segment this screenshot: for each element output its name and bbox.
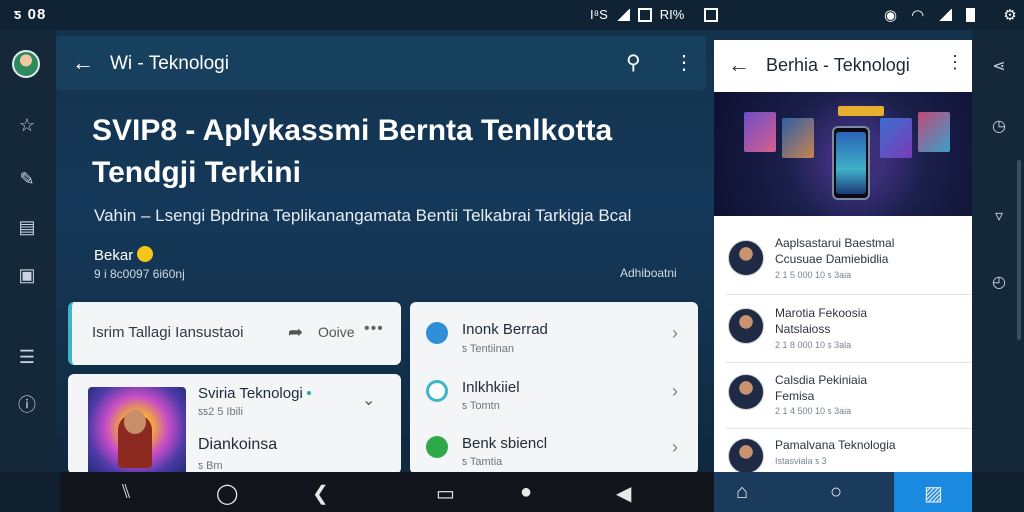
chevron-right-icon[interactable]: › xyxy=(672,323,678,344)
panel-item-meta: 2 1 5 000 10 ƽ 3aia xyxy=(775,270,852,280)
hero-screen xyxy=(744,112,776,152)
chevron-down-icon[interactable]: ⌄ xyxy=(362,390,375,410)
avatar[interactable] xyxy=(728,308,764,344)
gallery-icon[interactable]: ▣ xyxy=(14,262,40,288)
home-circle-icon[interactable]: ◯ xyxy=(216,481,238,506)
edit-icon[interactable]: ✎ xyxy=(14,166,40,192)
back-icon[interactable]: ❮ xyxy=(312,481,329,506)
signal-icon xyxy=(615,8,630,21)
circle-nav-icon[interactable]: ○ xyxy=(830,481,842,504)
avatar[interactable] xyxy=(12,50,40,78)
search-icon[interactable]: ⚲ xyxy=(626,50,641,75)
bookmark-star-icon[interactable]: ☆ xyxy=(14,112,40,138)
panel-item-meta: 2 1 4 500 10 ƽ 3aia xyxy=(775,406,852,416)
list-item-sub: ƽ Tomtn xyxy=(462,400,500,412)
bottom-left-filler xyxy=(0,472,60,512)
list-icon[interactable]: ☰ xyxy=(14,344,40,370)
list-item-sub: ƽ Tentiinan xyxy=(462,343,514,355)
panel-item-title-2: Natslaioss xyxy=(775,322,831,336)
status-bar xyxy=(0,0,1024,30)
back-arrow-icon[interactable]: ← xyxy=(72,50,94,76)
battery-icon xyxy=(966,8,976,22)
avatar[interactable] xyxy=(728,438,764,474)
feature-small: ƽ Bm xyxy=(198,460,223,472)
back-arrow-icon[interactable]: ← xyxy=(728,52,750,78)
feature-subtitle: ƽƽ2 5 Ibili xyxy=(198,406,243,418)
back-arrow-nav-icon[interactable]: ◀ xyxy=(616,481,631,506)
article-meta: 9 i 8c0097 6i60nj xyxy=(94,267,185,281)
verified-dot-icon xyxy=(306,391,311,395)
article-meta-right[interactable]: Adhiboatni xyxy=(620,266,677,280)
chevron-right-icon[interactable]: › xyxy=(672,381,678,402)
panel-item-title[interactable]: Calsdia Pekiniaia xyxy=(775,373,867,387)
news-icon[interactable]: ▨ xyxy=(924,481,943,506)
action-card-action[interactable]: Ooive xyxy=(318,324,355,340)
battery-icon xyxy=(637,7,652,22)
list-card xyxy=(410,302,698,474)
home-dot-icon[interactable]: ● xyxy=(520,481,532,504)
message-icon xyxy=(426,322,448,344)
more-horiz-icon[interactable]: ••• xyxy=(364,320,384,338)
alarm-icon: ◉ xyxy=(884,7,898,24)
panel-item-title[interactable]: Marotia Fekoosia xyxy=(775,306,867,320)
hero-screen xyxy=(918,112,950,152)
share-nodes-icon[interactable]: ⋖ xyxy=(986,54,1012,80)
panel-item-title[interactable]: Aaplsastarui Baestmal xyxy=(775,236,894,250)
panel-title: Berhia - Teknologi xyxy=(766,55,910,75)
list-item-title[interactable]: Benk sbiencl xyxy=(462,435,547,452)
bottom-right-filler xyxy=(972,472,1024,512)
compass-icon[interactable]: ◴ xyxy=(986,270,1012,296)
divider xyxy=(726,362,972,363)
status-right: ◉ ◠ ⚙ xyxy=(884,6,1017,24)
author-name: Bekar xyxy=(94,247,134,264)
thumbnail-head xyxy=(124,410,146,434)
feature-title: Sviria Teknologi xyxy=(198,385,311,402)
panel-item-meta: 2 1 8 000 10 ƽ 3ala xyxy=(775,340,852,350)
history-icon[interactable]: ◷ xyxy=(986,114,1012,140)
share-icon[interactable]: ➦ xyxy=(288,322,303,343)
list-item-sub: ƽ Tamtia xyxy=(462,456,503,468)
recents-square-icon[interactable]: ▭ xyxy=(436,481,455,506)
article-headline: SVIP8 - Aplykassmi Bernta Tenlkotta Tend… xyxy=(92,114,613,189)
author-line: Bekar xyxy=(94,246,154,264)
panel-item-title-2: Femisa xyxy=(775,389,815,403)
divider xyxy=(726,428,972,429)
scrollbar[interactable] xyxy=(1017,160,1021,340)
circle-icon xyxy=(426,380,448,402)
home-icon[interactable]: ⌂ xyxy=(736,481,748,504)
emoji-icon xyxy=(137,246,154,262)
status-time: ƽ 08 xyxy=(14,6,47,23)
more-vert-icon[interactable]: ⋮ xyxy=(946,52,964,73)
list-item-title[interactable]: Inonk Berrad xyxy=(462,321,548,338)
settings-gear-icon[interactable]: ⚙ xyxy=(1003,6,1016,24)
signal-icon xyxy=(938,9,953,21)
recents-icon[interactable]: ⑊ xyxy=(120,481,132,504)
chevron-right-icon[interactable]: › xyxy=(672,437,678,458)
status-center: I⁸S RI% xyxy=(590,7,719,22)
android-icon xyxy=(426,436,448,458)
info-icon[interactable]: ⓘ xyxy=(14,392,40,418)
panel-item-meta: Istasviala ƽ 3 xyxy=(775,456,827,466)
status-percent: RI% xyxy=(659,7,685,22)
panel-item-title[interactable]: Pamalvana Teknologia xyxy=(775,438,896,452)
hero-screen xyxy=(880,118,912,158)
divider xyxy=(726,294,972,295)
avatar[interactable] xyxy=(728,374,764,410)
hero-screen xyxy=(782,118,814,158)
screenshot-icon xyxy=(704,7,719,22)
action-card-label: Isrim Tallagi Iansustaoi xyxy=(92,324,244,341)
feature-name: Diankoinsa xyxy=(198,436,278,453)
wifi-icon: ◠ xyxy=(911,7,925,24)
panel-item-title-2: Ccusuae Damiebidlia xyxy=(775,252,889,266)
more-vert-icon[interactable]: ⋮ xyxy=(674,50,694,75)
main-title: Wi - Teknologi xyxy=(110,53,229,74)
status-sync-icon: I⁸S xyxy=(590,7,608,22)
delete-icon[interactable]: ▿ xyxy=(986,204,1012,230)
hero-phone-screen xyxy=(836,132,866,194)
article-icon[interactable]: ▤ xyxy=(14,214,40,240)
list-item-title[interactable]: Inlkhkiiel xyxy=(462,379,520,396)
article-subtitle: Vahin – Lsengi Bpdrina Teplikanangamata … xyxy=(94,206,632,225)
avatar[interactable] xyxy=(728,240,764,276)
hero-sign xyxy=(838,106,884,116)
